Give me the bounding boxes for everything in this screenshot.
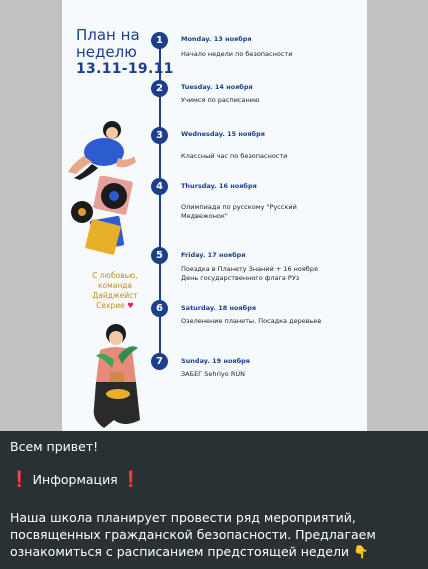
day-title: Sunday. 19 ноября [181, 357, 250, 365]
exclamation-icon: ❗ [10, 470, 29, 488]
day-number-badge: 4 [151, 178, 168, 195]
day-description: Олимпиада по русскому "Русский Медвежоно… [181, 203, 297, 220]
message-body-text: ознакомиться с расписанием предстоящей н… [10, 544, 350, 559]
message-body-line-last: ознакомиться с расписанием предстоящей н… [10, 543, 369, 560]
day-number-badge: 2 [151, 80, 168, 97]
message-body-line: посвященных гражданской безопасности. Пр… [10, 527, 376, 542]
day-number-badge: 5 [151, 247, 168, 264]
image-viewer-backdrop-right [367, 0, 428, 431]
day-description: Начало недели по безопасности [181, 50, 293, 58]
message-info-heading: ❗ Информация ❗ [10, 471, 140, 488]
boy-with-plant-illustration [93, 324, 140, 428]
info-label: Информация [32, 472, 118, 487]
day-description: Озеленение планеты. Посадка деревьев [181, 317, 322, 325]
message-greeting: Всем привет! [10, 439, 99, 454]
chat-message-bubble[interactable]: Всем привет! ❗ Информация ❗ Наша школа п… [0, 431, 428, 569]
pointing-down-icon: 👇 [353, 544, 369, 559]
day-number-badge: 1 [151, 32, 168, 49]
day-title: Friday. 17 ноября [181, 251, 246, 259]
day-title: Monday. 13 ноября [181, 35, 252, 43]
weekly-plan-poster-image[interactable]: План на неделю 13.11-19.11 1 Monday. 13 … [62, 0, 367, 431]
day-title: Thursday. 16 ноября [181, 182, 257, 190]
day-description: Поездка в Планету Знаний + 16 ноября Ден… [181, 265, 318, 282]
day-number-badge: 3 [151, 127, 168, 144]
day-description: Учимся по расписанию [181, 96, 260, 104]
girl-with-headphones-illustration [68, 121, 136, 180]
heart-icon: ♥ [127, 301, 134, 310]
message-body-line: Наша школа планирует провести ряд меропр… [10, 510, 356, 525]
day-number-badge: 6 [151, 300, 168, 317]
day-description: ЗАБЕГ Sehriyo RUN [181, 370, 245, 378]
image-viewer-backdrop-left [0, 0, 62, 431]
poster-signature: С любовью, команда Дайджейст Сехрие ♥ [80, 271, 150, 311]
day-title: Saturday. 18 ноября [181, 304, 257, 312]
day-description: Классный час по безопасности [181, 152, 288, 160]
day-title: Wednesday. 15 ноября [181, 130, 265, 138]
exclamation-icon: ❗ [121, 470, 141, 488]
day-title: Tuesday. 14 ноября [181, 83, 253, 91]
vinyl-records-illustration [71, 176, 133, 255]
